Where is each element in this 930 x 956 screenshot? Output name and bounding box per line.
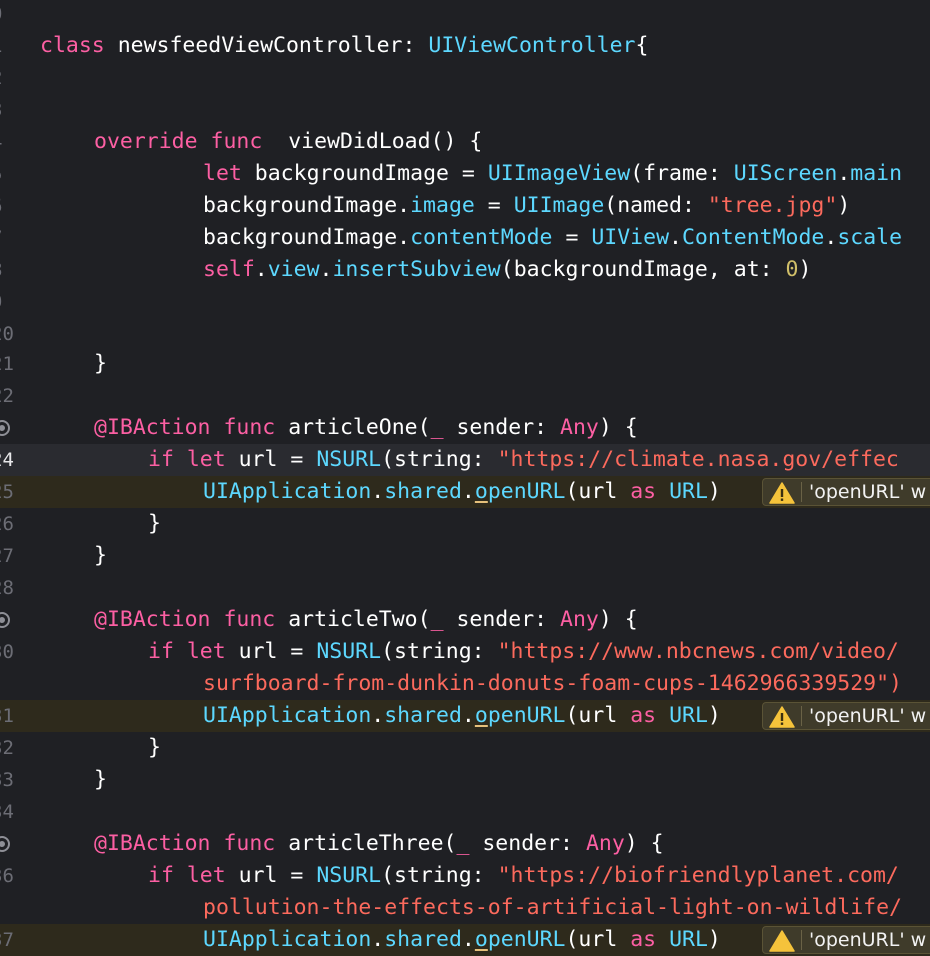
code-line[interactable]: 7 backgroundImage.contentMode = UIView.C…	[0, 222, 930, 254]
line-number: 9	[0, 286, 21, 318]
code-line[interactable]: 0	[0, 0, 930, 30]
code-line[interactable]: 22	[0, 380, 930, 412]
code-text: @IBAction func articleOne(_ sender: Any)…	[94, 415, 638, 440]
code-line[interactable]: @IBAction func articleThree(_ sender: An…	[0, 828, 930, 860]
code-text: if let url = NSURL(string: "https://clim…	[148, 447, 899, 472]
line-number: 4	[0, 126, 21, 158]
code-line[interactable]: 9	[0, 286, 930, 318]
code-line-warning[interactable]: 31 UIApplication.shared.openURL(url as U…	[0, 700, 930, 732]
line-number: 36	[0, 865, 14, 887]
code-line-current[interactable]: 24 if let url = NSURL(string: "https://c…	[0, 444, 930, 476]
code-line[interactable]: 36 if let url = NSURL(string: "https://b…	[0, 860, 930, 892]
code-line[interactable]: 30 if let url = NSURL(string: "https://w…	[0, 636, 930, 668]
code-line[interactable]: 27 }	[0, 540, 930, 572]
line-number: 6	[0, 190, 21, 222]
code-line[interactable]: 6 backgroundImage.image = UIImage(named:…	[0, 190, 930, 222]
code-line-warning[interactable]: 25 UIApplication.shared.openURL(url as U…	[0, 476, 930, 508]
code-line[interactable]: 20	[0, 318, 930, 350]
code-text: }	[94, 351, 107, 376]
code-line[interactable]: 1 class newsfeedViewController: UIViewCo…	[0, 30, 930, 62]
code-line[interactable]: @IBAction func articleTwo(_ sender: Any)…	[0, 604, 930, 636]
badge-separator	[801, 930, 802, 950]
line-number: 3	[0, 94, 21, 126]
code-line-wrapped[interactable]: pollution-the-effects-of-artificial-ligh…	[0, 892, 930, 924]
warning-message: 'openURL' w	[809, 705, 927, 727]
code-line[interactable]: 2	[0, 62, 930, 94]
code-text: @IBAction func articleTwo(_ sender: Any)…	[94, 607, 638, 632]
line-number: 31	[0, 705, 14, 727]
code-text: pollution-the-effects-of-artificial-ligh…	[203, 895, 902, 920]
line-number: 28	[0, 577, 14, 599]
line-number: 27	[0, 545, 14, 567]
warning-triangle-icon	[769, 482, 795, 504]
code-text: UIApplication.shared.openURL(url as URL)	[203, 703, 721, 728]
code-line[interactable]: 5 let backgroundImage = UIImageView(fram…	[0, 158, 930, 190]
breakpoint-connection-icon[interactable]	[0, 612, 10, 628]
code-line[interactable]: 28	[0, 572, 930, 604]
code-text: if let url = NSURL(string: "https://www.…	[148, 639, 899, 664]
line-number: 25	[0, 481, 14, 503]
code-text: }	[148, 735, 161, 760]
code-line-warning[interactable]: 37 UIApplication.shared.openURL(url as U…	[0, 924, 930, 956]
line-number: 21	[0, 353, 14, 375]
breakpoint-connection-icon[interactable]	[0, 836, 10, 852]
line-number: 30	[0, 641, 14, 663]
line-number: 24	[0, 449, 14, 471]
code-line[interactable]: 4 override func viewDidLoad() {	[0, 126, 930, 158]
code-text: backgroundImage.image = UIImage(named: "…	[203, 193, 851, 218]
code-line[interactable]: 8 self.view.insertSubview(backgroundImag…	[0, 254, 930, 286]
code-text: }	[94, 543, 107, 568]
code-line[interactable]: 34	[0, 796, 930, 828]
code-line[interactable]: @IBAction func articleOne(_ sender: Any)…	[0, 412, 930, 444]
code-line[interactable]: 21 }	[0, 348, 930, 380]
code-text: @IBAction func articleThree(_ sender: An…	[94, 831, 664, 856]
code-line[interactable]: 3	[0, 94, 930, 126]
code-text: UIApplication.shared.openURL(url as URL)	[203, 927, 721, 952]
code-text: backgroundImage.contentMode = UIView.Con…	[203, 225, 903, 250]
line-number: 32	[0, 737, 14, 759]
warning-triangle-icon	[769, 706, 795, 728]
code-text: surfboard-from-dunkin-donuts-foam-cups-1…	[203, 671, 902, 696]
code-text: override func viewDidLoad() {	[94, 129, 483, 154]
code-text: self.view.insertSubview(backgroundImage,…	[203, 257, 812, 282]
warning-message: 'openURL' w	[809, 929, 927, 951]
warning-message: 'openURL' w	[809, 481, 927, 503]
line-number: 8	[0, 254, 21, 286]
code-text: UIApplication.shared.openURL(url as URL)	[203, 479, 721, 504]
badge-separator	[801, 706, 802, 726]
line-number: 22	[0, 385, 14, 407]
line-number: 26	[0, 513, 14, 535]
line-number: 2	[0, 62, 21, 94]
code-line-wrapped[interactable]: surfboard-from-dunkin-donuts-foam-cups-1…	[0, 668, 930, 700]
line-number: 1	[0, 30, 21, 62]
warning-badge[interactable]: 'openURL' w	[762, 926, 930, 954]
code-editor[interactable]: 0 1 class newsfeedViewController: UIView…	[0, 0, 930, 956]
code-line[interactable]: 26 }	[0, 508, 930, 540]
code-line[interactable]: 33 }	[0, 764, 930, 796]
code-text: let backgroundImage = UIImageView(frame:…	[203, 161, 903, 186]
code-text: }	[94, 767, 107, 792]
warning-badge[interactable]: 'openURL' w	[762, 478, 930, 506]
line-number: 37	[0, 929, 14, 951]
line-number: 5	[0, 158, 21, 190]
warning-badge[interactable]: 'openURL' w	[762, 702, 930, 730]
code-text: class newsfeedViewController: UIViewCont…	[40, 33, 649, 58]
code-text: }	[148, 511, 161, 536]
warning-triangle-icon	[769, 930, 795, 952]
line-number: 20	[0, 323, 14, 345]
line-number: 7	[0, 222, 21, 254]
breakpoint-connection-icon[interactable]	[0, 420, 10, 436]
line-number: 33	[0, 769, 14, 791]
line-number: 34	[0, 801, 14, 823]
line-number: 0	[0, 0, 21, 30]
badge-separator	[801, 482, 802, 502]
code-line[interactable]: 32 }	[0, 732, 930, 764]
code-text: if let url = NSURL(string: "https://biof…	[148, 863, 899, 888]
